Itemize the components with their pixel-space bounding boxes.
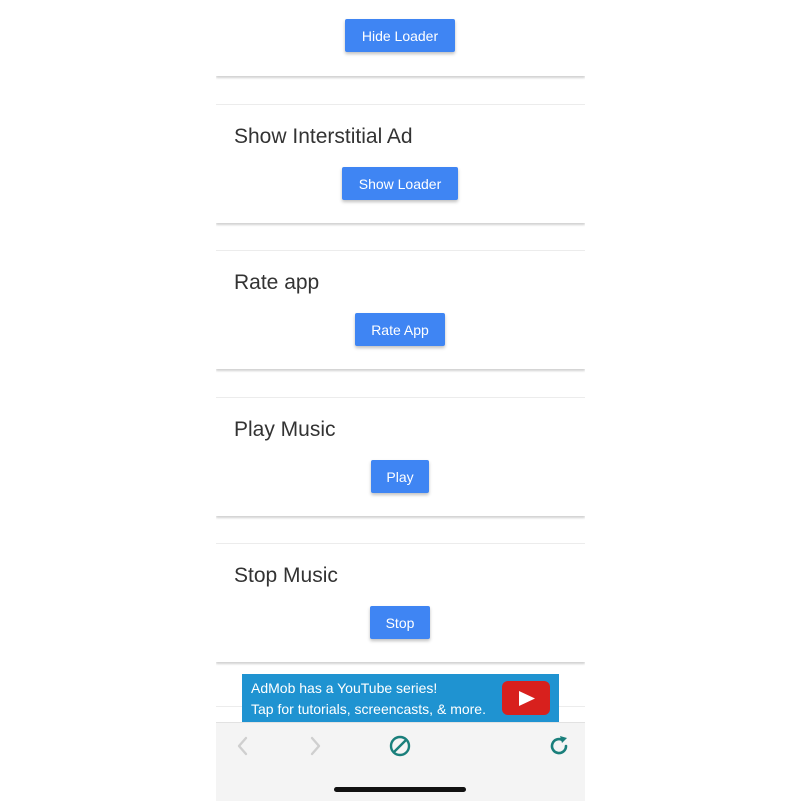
stop-icon[interactable]: [387, 733, 413, 759]
reload-icon[interactable]: [546, 733, 572, 759]
card-title-play-music: Play Music: [234, 418, 336, 441]
stop-music-card: Stop Music Stop: [216, 543, 585, 662]
hide-loader-button[interactable]: Hide Loader: [345, 19, 455, 52]
play-music-card: Play Music Play: [216, 397, 585, 516]
admob-banner[interactable]: AdMob has a YouTube series! Tap for tuto…: [242, 674, 559, 722]
rate-app-card: Rate app Rate App: [216, 250, 585, 369]
card-title-rate-app: Rate app: [234, 271, 320, 294]
back-arrow-icon[interactable]: [230, 733, 256, 759]
interstitial-ad-card: Show Interstitial Ad Show Loader: [216, 104, 585, 223]
home-indicator: [334, 787, 466, 792]
hide-loader-card: Hide Loader: [216, 0, 585, 76]
card-title-interstitial: Show Interstitial Ad: [234, 125, 413, 148]
youtube-play-icon[interactable]: [502, 681, 550, 715]
card-title-stop-music: Stop Music: [234, 564, 338, 587]
forward-arrow-icon[interactable]: [302, 733, 328, 759]
ad-line-2: Tap for tutorials, screencasts, & more.: [251, 701, 486, 717]
stop-button[interactable]: Stop: [370, 606, 430, 639]
show-loader-button[interactable]: Show Loader: [342, 167, 458, 200]
play-button[interactable]: Play: [371, 460, 429, 493]
ad-line-1: AdMob has a YouTube series!: [251, 680, 438, 696]
rate-app-button[interactable]: Rate App: [355, 313, 445, 346]
